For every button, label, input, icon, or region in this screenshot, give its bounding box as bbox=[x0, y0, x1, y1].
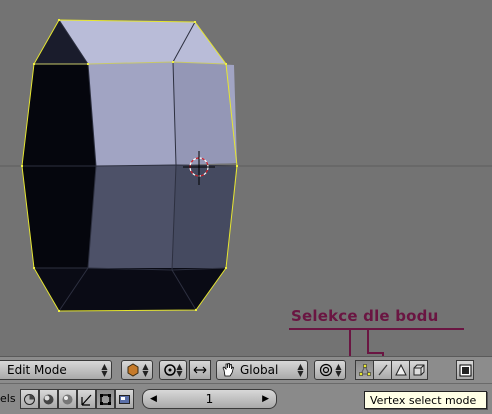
edge-select-button[interactable] bbox=[373, 360, 392, 380]
3d-viewport[interactable] bbox=[0, 0, 492, 356]
solid-draw-icon bbox=[127, 363, 139, 377]
mesh-object[interactable] bbox=[0, 0, 492, 356]
render-image-icon bbox=[459, 364, 471, 376]
occlude-geometry-icon bbox=[413, 364, 424, 376]
orientation-select-value: Global bbox=[240, 363, 279, 377]
frame-number-value: 1 bbox=[205, 392, 214, 406]
pivot-select[interactable]: ▲ ▼ bbox=[159, 360, 187, 380]
occlude-geometry-button[interactable] bbox=[409, 360, 428, 380]
editing-square-icon bbox=[100, 393, 111, 405]
render-view-button[interactable] bbox=[456, 360, 474, 380]
material-context-button[interactable] bbox=[58, 389, 77, 409]
edge-select-icon bbox=[378, 364, 387, 376]
proportional-edit-icon bbox=[319, 363, 333, 377]
chevron-updown-icon: ▲ ▼ bbox=[101, 362, 108, 378]
scene-icon bbox=[119, 394, 130, 404]
scene-context-button[interactable] bbox=[115, 389, 134, 409]
chevron-updown-icon: ▲ ▼ bbox=[297, 362, 304, 378]
annotation-callout bbox=[289, 328, 464, 356]
frame-number-field[interactable]: ◀ 1 ▶ bbox=[142, 389, 277, 409]
manipulator-toggle-button[interactable] bbox=[189, 360, 211, 380]
shading-context-button[interactable] bbox=[39, 389, 58, 409]
mode-select-value: Edit Mode bbox=[7, 363, 67, 377]
panels-label: els bbox=[0, 392, 16, 405]
proportional-edit-select[interactable]: ▲ ▼ bbox=[314, 360, 346, 380]
vertex-select-icon bbox=[358, 364, 371, 376]
face-select-button[interactable] bbox=[391, 360, 410, 380]
orientation-select[interactable]: Global ▲ ▼ bbox=[216, 360, 308, 380]
draw-type-select[interactable]: ▲ ▼ bbox=[121, 360, 153, 380]
editing-context-button[interactable] bbox=[96, 389, 115, 409]
view-header: Edit Mode ▲ ▼ ▲ ▼ ▲ ▼ Global ▲ ▼ ▲ ▼ bbox=[0, 356, 492, 383]
material-sphere-icon bbox=[62, 394, 73, 404]
logic-context-button[interactable] bbox=[20, 389, 39, 409]
face-select-icon bbox=[394, 363, 407, 376]
mode-select[interactable]: Edit Mode ▲ ▼ bbox=[0, 360, 112, 380]
object-context-button[interactable] bbox=[77, 389, 96, 409]
object-axes-icon bbox=[81, 394, 92, 406]
chevron-left-icon[interactable]: ◀ bbox=[150, 394, 157, 404]
chevron-updown-icon: ▲ ▼ bbox=[176, 362, 183, 378]
chevron-updown-icon: ▲ ▼ bbox=[142, 362, 149, 378]
transform-arrows-icon bbox=[193, 366, 207, 374]
logic-icon bbox=[24, 393, 35, 405]
chevron-right-icon[interactable]: ▶ bbox=[262, 394, 269, 404]
hand-icon bbox=[222, 363, 234, 377]
tooltip: Vertex select mode bbox=[364, 391, 487, 409]
shading-sphere-icon bbox=[43, 394, 54, 404]
pivot-icon bbox=[164, 364, 176, 376]
annotation-label: Selekce dle bodu bbox=[291, 307, 439, 325]
chevron-updown-icon: ▲ ▼ bbox=[335, 362, 342, 378]
vertex-select-button[interactable] bbox=[355, 360, 374, 380]
